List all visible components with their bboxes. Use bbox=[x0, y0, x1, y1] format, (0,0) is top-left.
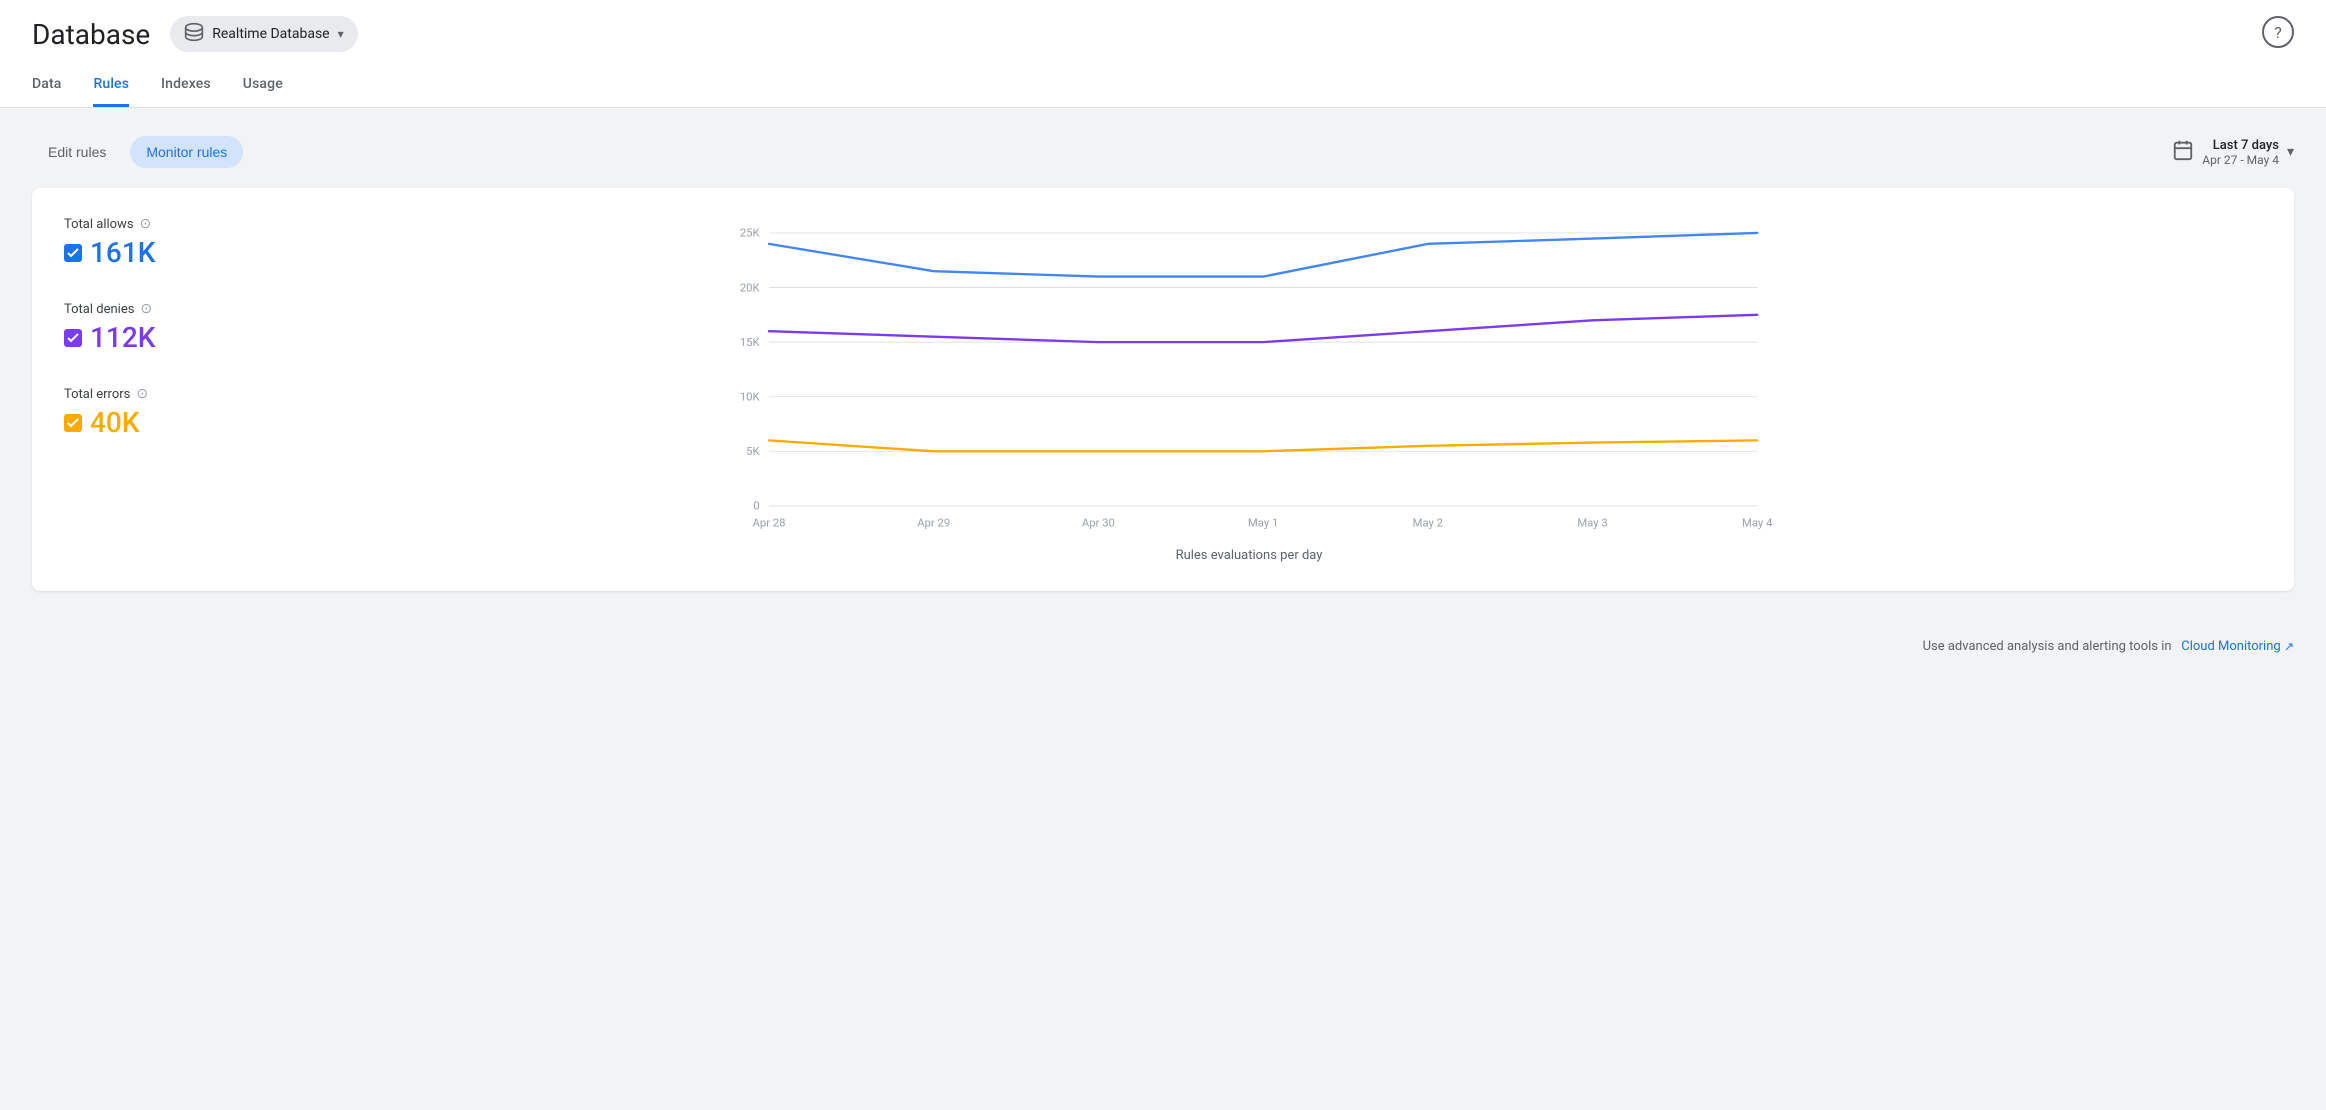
svg-text:Apr 30: Apr 30 bbox=[1082, 517, 1115, 530]
tab-rules[interactable]: Rules bbox=[93, 64, 129, 107]
chevron-down-icon: ▾ bbox=[338, 27, 344, 41]
tab-data[interactable]: Data bbox=[32, 64, 61, 107]
errors-value: 40K bbox=[90, 406, 140, 439]
denies-checkbox[interactable] bbox=[64, 329, 82, 347]
svg-text:May 2: May 2 bbox=[1413, 517, 1443, 530]
db-selector-label: Realtime Database bbox=[212, 26, 329, 42]
help-button[interactable]: ? bbox=[2262, 16, 2294, 48]
date-range[interactable]: Last 7 days Apr 27 - May 4 bbox=[2202, 138, 2279, 167]
legend-allows: Total allows ⊙ 161K bbox=[64, 216, 204, 269]
database-selector[interactable]: Realtime Database ▾ bbox=[170, 16, 357, 52]
monitor-rules-button[interactable]: Monitor rules bbox=[130, 136, 243, 168]
denies-line bbox=[769, 315, 1757, 342]
denies-value: 112K bbox=[90, 321, 155, 354]
svg-text:Apr 29: Apr 29 bbox=[917, 517, 950, 530]
footer-note: Use advanced analysis and alerting tools… bbox=[0, 619, 2326, 674]
svg-text:Apr 28: Apr 28 bbox=[753, 517, 786, 530]
svg-text:5K: 5K bbox=[746, 445, 760, 458]
errors-checkbox[interactable] bbox=[64, 414, 82, 432]
svg-text:10K: 10K bbox=[740, 390, 761, 403]
external-link-icon: ↗ bbox=[2284, 640, 2294, 654]
toolbar-left: Edit rules Monitor rules bbox=[32, 136, 243, 168]
allows-value: 161K bbox=[90, 236, 155, 269]
allows-line bbox=[769, 233, 1757, 277]
svg-text:0: 0 bbox=[753, 500, 759, 513]
chart-legend: Total allows ⊙ 161K Total denies ⊙ bbox=[64, 216, 204, 563]
allows-checkbox[interactable] bbox=[64, 244, 82, 262]
denies-help-icon[interactable]: ⊙ bbox=[140, 301, 152, 317]
main-content: Edit rules Monitor rules Last 7 days Apr… bbox=[0, 108, 2326, 619]
database-icon bbox=[184, 22, 204, 46]
legend-errors-label: Total errors bbox=[64, 387, 130, 402]
errors-help-icon[interactable]: ⊙ bbox=[136, 386, 148, 402]
svg-text:May 4: May 4 bbox=[1742, 517, 1773, 530]
legend-denies: Total denies ⊙ 112K bbox=[64, 301, 204, 354]
edit-rules-button[interactable]: Edit rules bbox=[32, 136, 122, 168]
errors-line bbox=[769, 440, 1757, 451]
chart-x-label: Rules evaluations per day bbox=[236, 548, 2262, 563]
svg-text:15K: 15K bbox=[740, 336, 761, 349]
nav-tabs: Data Rules Indexes Usage bbox=[32, 64, 2294, 107]
tab-indexes[interactable]: Indexes bbox=[161, 64, 211, 107]
legend-errors: Total errors ⊙ 40K bbox=[64, 386, 204, 439]
cloud-monitoring-link[interactable]: Cloud Monitoring ↗ bbox=[2181, 639, 2294, 654]
tab-usage[interactable]: Usage bbox=[243, 64, 283, 107]
svg-text:25K: 25K bbox=[740, 227, 761, 240]
page-title: Database bbox=[32, 18, 150, 51]
date-range-secondary: Apr 27 - May 4 bbox=[2202, 153, 2279, 167]
calendar-icon bbox=[2172, 139, 2194, 166]
date-range-primary: Last 7 days bbox=[2202, 138, 2279, 153]
chart-card: Total allows ⊙ 161K Total denies ⊙ bbox=[32, 188, 2294, 591]
toolbar: Edit rules Monitor rules Last 7 days Apr… bbox=[32, 136, 2294, 168]
chart-area: 25K 20K 15K 10K 5K 0 Apr 28 A bbox=[236, 216, 2262, 563]
date-range-chevron-icon: ▾ bbox=[2287, 144, 2294, 160]
toolbar-right: Last 7 days Apr 27 - May 4 ▾ bbox=[2172, 138, 2294, 167]
chart-svg: 25K 20K 15K 10K 5K 0 Apr 28 A bbox=[236, 216, 2262, 536]
svg-text:20K: 20K bbox=[740, 281, 761, 294]
legend-allows-label: Total allows bbox=[64, 217, 134, 232]
svg-text:May 3: May 3 bbox=[1577, 517, 1607, 530]
svg-text:May 1: May 1 bbox=[1248, 517, 1278, 530]
allows-help-icon[interactable]: ⊙ bbox=[140, 216, 152, 232]
footer-text: Use advanced analysis and alerting tools… bbox=[1923, 639, 2172, 654]
page-header: Database Realtime Database ▾ Data Rules … bbox=[0, 0, 2326, 108]
legend-denies-label: Total denies bbox=[64, 302, 134, 317]
